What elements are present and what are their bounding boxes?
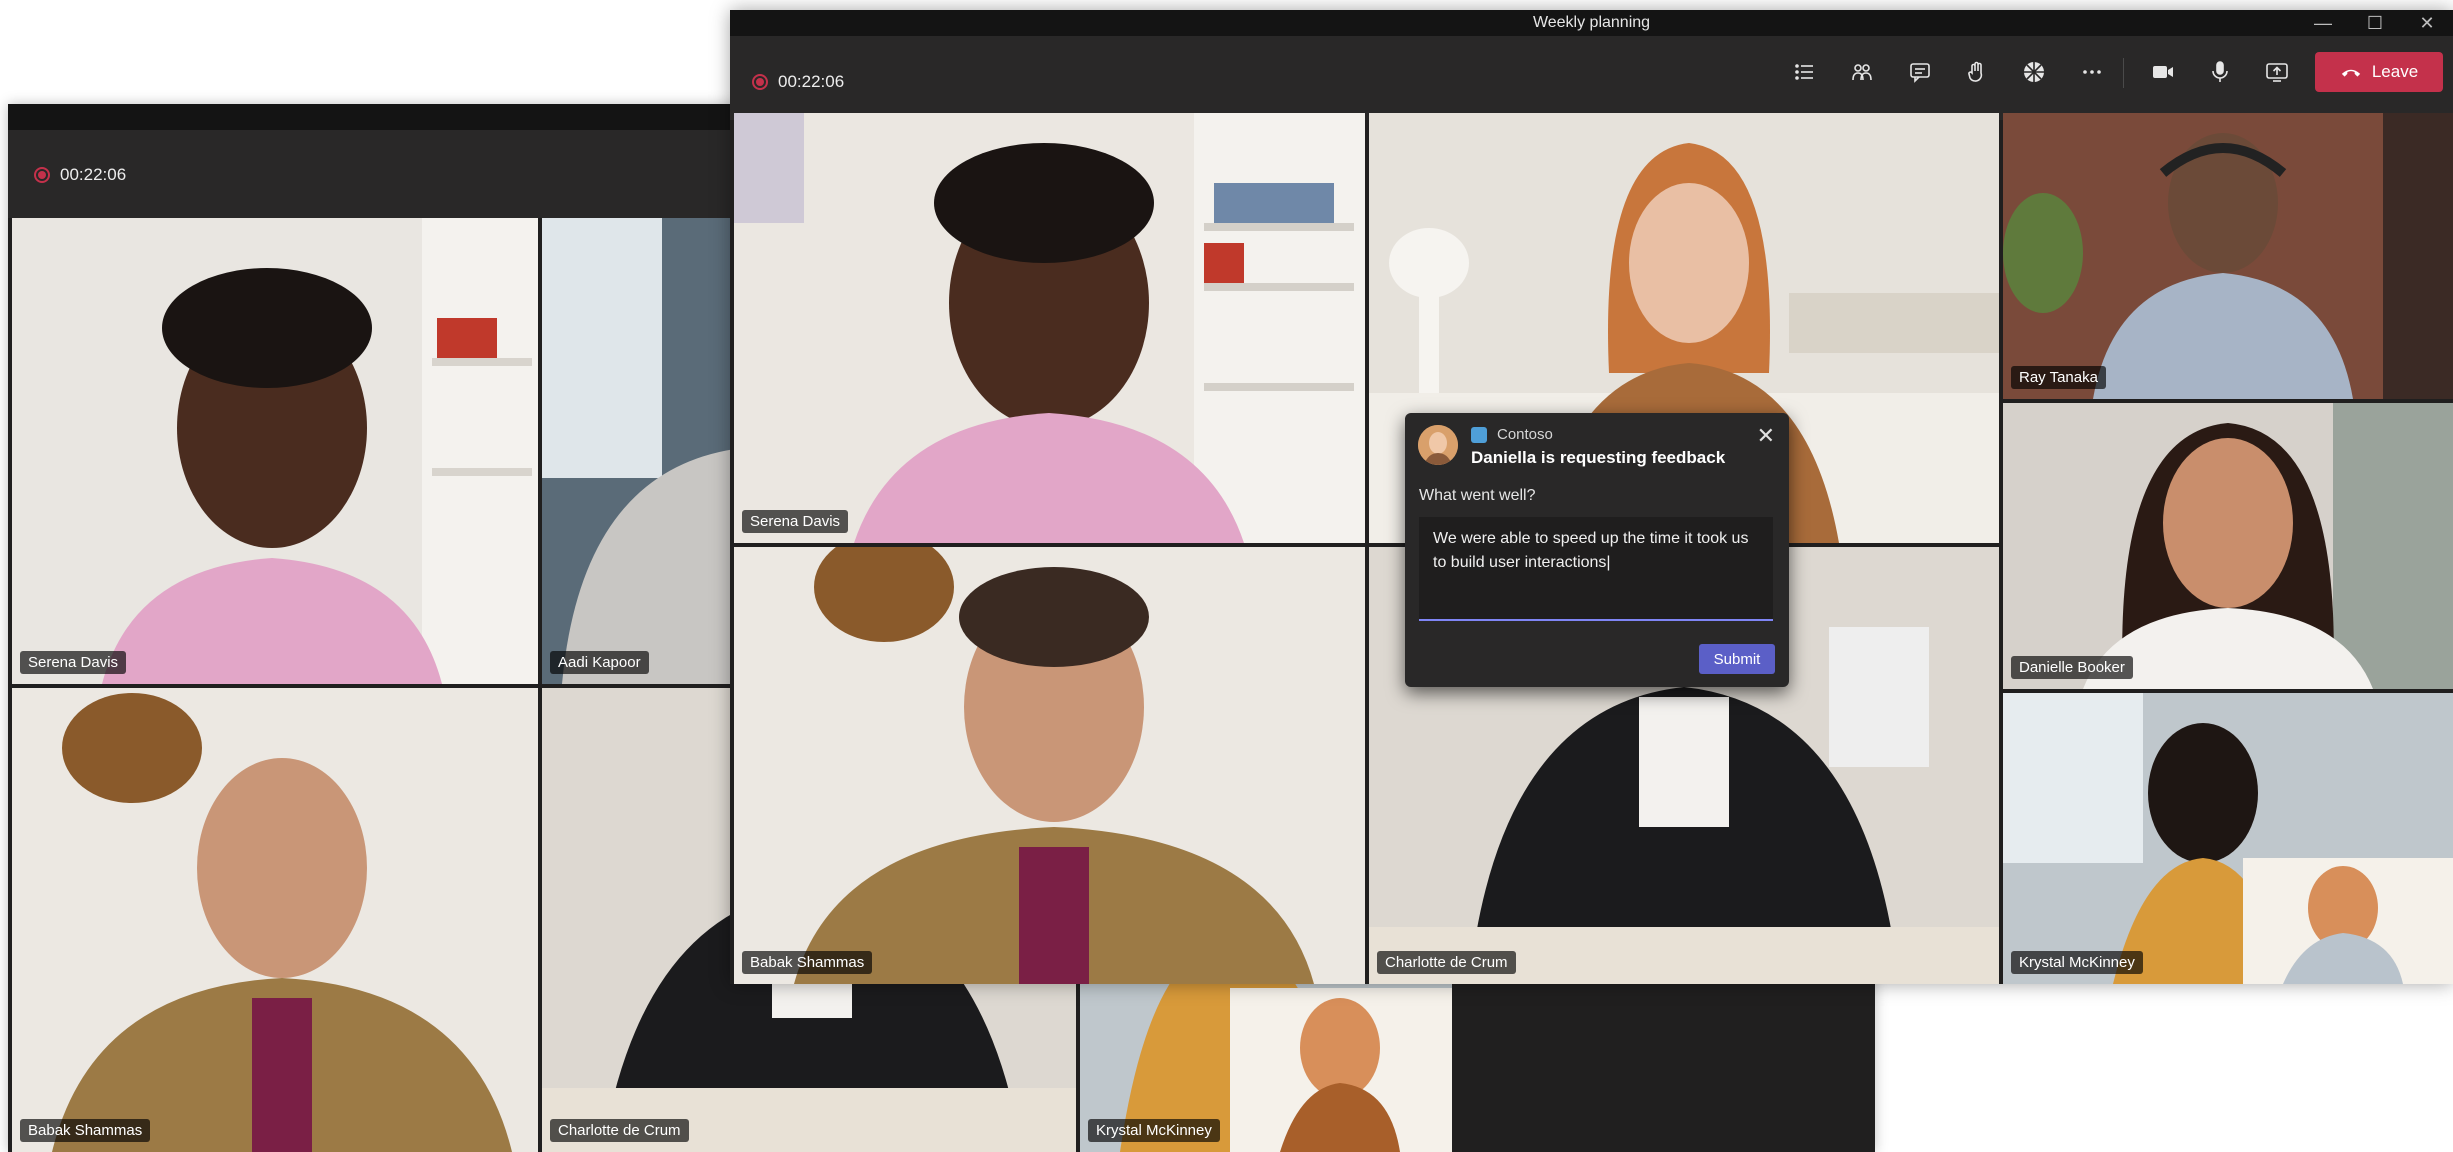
contoso-app-icon <box>1471 427 1487 443</box>
feedback-answer-input[interactable]: We were able to speed up the time it too… <box>1419 517 1773 621</box>
people-icon[interactable] <box>1842 54 1882 90</box>
minimize-icon[interactable]: — <box>2297 10 2349 36</box>
front-title-bar: Weekly planning — ☐ ✕ <box>730 10 2453 36</box>
microphone-icon[interactable] <box>2200 54 2240 90</box>
participant-name-tag: Krystal McKinney <box>2011 951 2143 974</box>
back-timer: 00:22:06 <box>60 165 127 184</box>
camera-icon[interactable] <box>2143 54 2183 90</box>
meeting-timer: 00:22:06 <box>778 72 845 91</box>
participants-list-icon[interactable] <box>1785 54 1825 90</box>
share-screen-icon[interactable] <box>2257 54 2297 90</box>
close-icon[interactable]: ✕ <box>1757 423 1775 449</box>
participant-name-tag: Serena Davis <box>20 651 127 674</box>
feedback-question: What went well? <box>1419 487 1536 504</box>
app-name: Contoso <box>1497 426 1553 443</box>
avatar <box>1418 425 1458 465</box>
tile-danielle-booker[interactable]: Danielle Booker <box>2003 403 2453 689</box>
recording-icon <box>34 167 50 183</box>
video-feed <box>12 218 538 684</box>
participant-name-tag: Babak Shammas <box>20 1119 151 1142</box>
meeting-toolbar: 00:22:06 Leave <box>730 36 2453 120</box>
hang-up-icon <box>2341 69 2360 77</box>
raise-hand-icon[interactable] <box>1957 54 1997 90</box>
participant-name-tag: Serena Davis <box>742 510 849 533</box>
tile-ray-tanaka[interactable]: Ray Tanaka <box>2003 113 2453 399</box>
leave-button[interactable]: Leave <box>2315 52 2443 92</box>
toolbar-divider <box>2123 58 2124 88</box>
participant-name-tag: Babak Shammas <box>742 951 873 974</box>
apps-icon[interactable] <box>2014 54 2054 90</box>
participant-name-tag: Charlotte de Crum <box>1377 951 1516 974</box>
maximize-icon[interactable]: ☐ <box>2349 10 2401 36</box>
participant-name-tag: Ray Tanaka <box>2011 366 2106 389</box>
back-recording-indicator: 00:22:06 <box>34 165 126 185</box>
tile-babak-shammas[interactable]: Babak Shammas <box>734 547 1365 984</box>
window-title: Weekly planning <box>1532 14 1651 31</box>
participant-name-tag: Krystal McKinney <box>1088 1119 1220 1142</box>
recording-indicator: 00:22:06 <box>752 72 844 92</box>
participant-name-tag: Aadi Kapoor <box>550 651 649 674</box>
more-options-icon[interactable] <box>2072 54 2112 90</box>
chat-icon[interactable] <box>1900 54 1940 90</box>
video-feed <box>542 218 742 684</box>
video-feed <box>734 113 1365 543</box>
video-feed <box>734 547 1365 984</box>
video-feed <box>2003 113 2453 399</box>
feedback-card: Contoso Daniella is requesting feedback … <box>1405 413 1789 687</box>
back-tile-babak[interactable]: Babak Shammas <box>12 688 538 1152</box>
video-feed <box>2003 403 2453 689</box>
video-feed <box>12 688 538 1152</box>
close-icon[interactable]: ✕ <box>2401 10 2453 36</box>
recording-icon <box>752 74 768 90</box>
tile-krystal-mckinney[interactable]: Krystal McKinney <box>2003 693 2453 984</box>
tile-serena-davis[interactable]: Serena Davis <box>734 113 1365 543</box>
leave-label: Leave <box>2371 62 2419 81</box>
submit-button[interactable]: Submit <box>1699 644 1775 674</box>
card-heading: Daniella is requesting feedback <box>1471 448 1726 467</box>
back-tile-aadi[interactable]: Aadi Kapoor <box>542 218 742 684</box>
participant-name-tag: Charlotte de Crum <box>550 1119 689 1142</box>
participant-name-tag: Danielle Booker <box>2011 656 2133 679</box>
back-tile-serena[interactable]: Serena Davis <box>12 218 538 684</box>
video-feed <box>2003 693 2453 984</box>
